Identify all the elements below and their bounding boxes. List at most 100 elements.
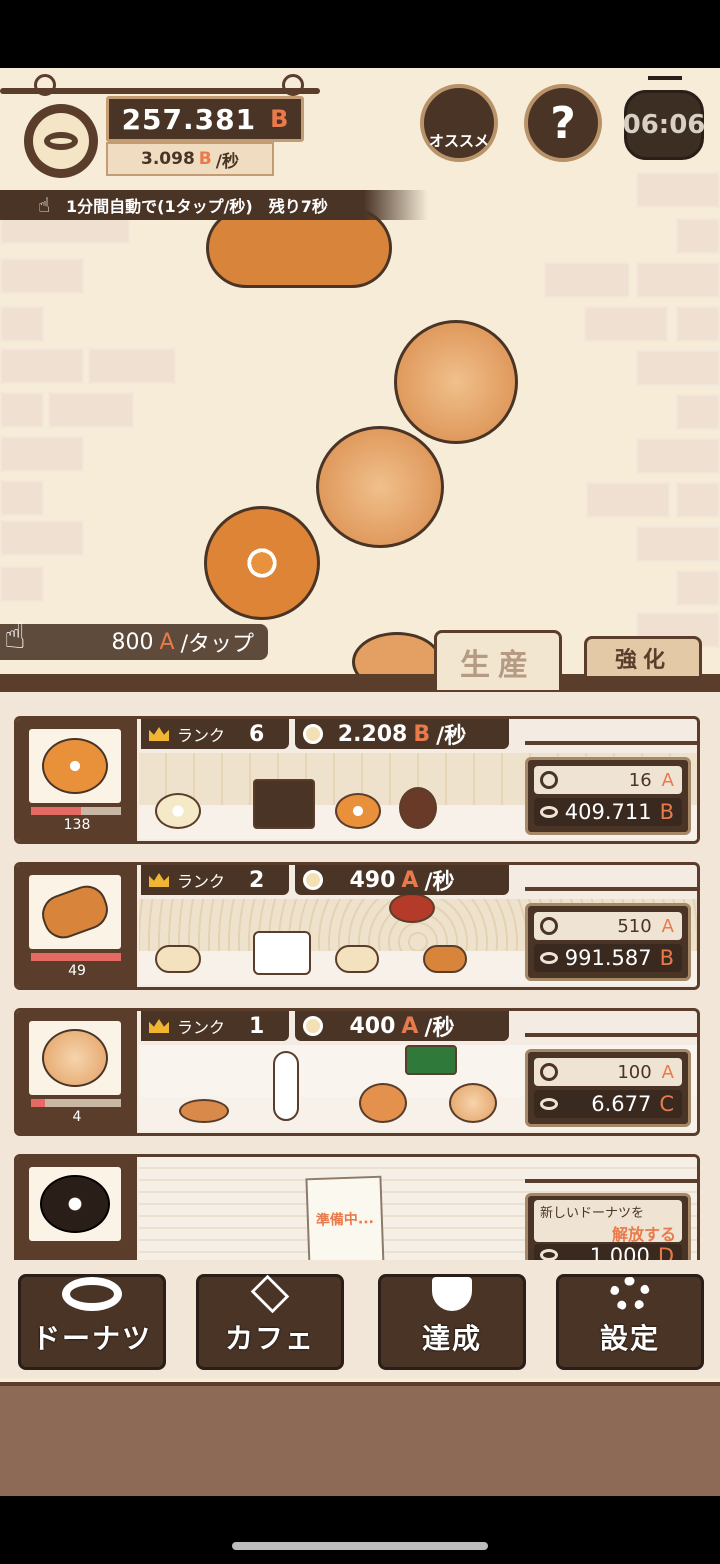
gear-icon <box>610 1277 650 1311</box>
tap-rate-value: 800 <box>111 629 154 655</box>
donut-ring-icon <box>540 806 558 818</box>
donut-currency-icon-face <box>33 113 89 169</box>
melonpan-donut-sprite[interactable] <box>394 320 518 444</box>
production-progress-fill <box>31 953 121 961</box>
donut-thumbnail: 138 <box>17 719 137 841</box>
rank-number: 2 <box>249 867 265 893</box>
nav-settings-button[interactable]: 設定 <box>556 1274 704 1370</box>
clock-icon <box>303 1016 323 1036</box>
upgrade-cost-button[interactable]: 16 A 409.711 B <box>525 757 691 835</box>
nav-donuts-button[interactable]: ドーナツ <box>18 1274 166 1370</box>
production-row[interactable]: 4 ランク 1 400 A/秒 100 A 6.677 C <box>14 1008 700 1136</box>
melonpan-donut-sprite[interactable] <box>316 426 444 548</box>
wall-brick <box>0 306 44 342</box>
recommend-label: オススメ <box>428 131 489 150</box>
production-progress <box>31 807 121 815</box>
production-rate-value: 2.208 <box>337 721 408 747</box>
production-rate-tag: 2.208 B/秒 <box>295 719 509 749</box>
upgrade-cost-button[interactable]: 510 A 991.587 B <box>525 903 691 981</box>
wall-brick <box>544 262 630 298</box>
wall-brick <box>48 392 134 428</box>
cafe-table-icon <box>250 1274 290 1314</box>
buy-cost: 6.677 C <box>534 1090 682 1118</box>
crown-icon <box>149 873 169 887</box>
donut-thumbnail: 49 <box>17 865 137 987</box>
help-button[interactable]: ? <box>524 84 602 162</box>
donut-icon <box>62 1277 122 1311</box>
nav-settings-label: 設定 <box>599 1322 660 1355</box>
total-amount-display: 257.381 B <box>106 96 304 142</box>
income-rate-suffix: /秒 <box>215 151 239 172</box>
locked-production-row[interactable]: 準備中... 新しいドーナツを 解放する 1.000 D <box>14 1154 700 1274</box>
income-rate-display: 3.098 B/秒 <box>106 142 274 176</box>
fryer-machine <box>389 893 435 923</box>
hand-pointer-icon: ☝ <box>38 193 51 217</box>
tab-production[interactable]: 生産 <box>434 630 562 690</box>
donut-ring-icon <box>540 952 558 964</box>
rank-tag: ランク 6 <box>141 719 289 749</box>
rank-label: ランク <box>177 1018 226 1037</box>
buy-cost-unit: B <box>659 800 674 824</box>
unlock-action: 解放する <box>611 1225 676 1244</box>
upgrade-cost-value: 510 <box>617 915 652 937</box>
total-amount-unit: B <box>270 105 289 133</box>
tap-rate-display: ☝ 800 A/タップ <box>0 616 268 660</box>
twisted-donut-sprite[interactable] <box>206 208 392 288</box>
production-rate-suffix: /秒 <box>424 1016 455 1041</box>
game-area[interactable]: 257.381 B 3.098 B/秒 オススメ ? 06:06 ☝ 1分間自動… <box>0 68 720 1496</box>
donut-thumbnail: 4 <box>17 1011 137 1133</box>
tab-upgrade[interactable]: 強化 <box>584 636 702 676</box>
timer-value: 06:06 <box>622 110 706 140</box>
production-rate-unit: B <box>413 721 431 747</box>
sign-hanger <box>525 1033 697 1037</box>
sign-scroll-ornament <box>34 74 56 96</box>
wall-brick <box>636 172 720 208</box>
wall-brick <box>676 306 720 342</box>
auto-tap-banner-text: 1分間自動で(1タップ/秒) 残り7秒 <box>66 197 328 216</box>
upgrade-cost: 510 A <box>534 912 682 940</box>
screen: 257.381 B 3.098 B/秒 オススメ ? 06:06 ☝ 1分間自動… <box>0 0 720 1564</box>
wall-brick <box>0 258 84 294</box>
melonpan-donut-icon <box>42 1029 108 1087</box>
production-rate-tag: 490 A/秒 <box>295 865 509 895</box>
production-row[interactable]: 49 ランク 2 490 A/秒 510 A 991.587 B <box>14 862 700 990</box>
nav-cafe-label: カフェ <box>224 1322 315 1355</box>
donut-count: 49 <box>68 963 86 979</box>
wall-brick <box>676 218 720 254</box>
donut-count: 4 <box>72 1109 82 1125</box>
topping-machine <box>405 1045 457 1075</box>
rank-number: 6 <box>249 721 265 747</box>
glaze-machine <box>399 787 437 829</box>
nav-achievements-button[interactable]: 達成 <box>378 1274 526 1370</box>
rank-label: ランク <box>177 872 226 891</box>
production-row[interactable]: 138 ランク 6 2.208 B/秒 16 A 409.711 B <box>14 716 700 844</box>
production-progress-fill <box>31 1099 45 1107</box>
wall-brick <box>0 392 44 428</box>
wall-brick <box>636 350 720 386</box>
preparing-text: 準備中... <box>315 1210 375 1230</box>
donut-card <box>29 1021 121 1095</box>
upgrade-cost-button[interactable]: 100 A 6.677 C <box>525 1049 691 1127</box>
production-rate-unit: A <box>401 867 419 893</box>
wall-brick <box>0 566 44 602</box>
tv-timer-button[interactable]: 06:06 <box>622 90 706 160</box>
home-indicator[interactable] <box>232 1542 488 1550</box>
oven-machine <box>253 779 315 829</box>
donut-count: 138 <box>63 817 91 833</box>
income-rate-value: 3.098 <box>141 149 195 169</box>
donut-thumbnail <box>17 1157 137 1271</box>
nav-cafe-button[interactable]: カフェ <box>196 1274 344 1370</box>
recommend-button[interactable]: オススメ <box>420 84 498 162</box>
upgrade-cost-value: 16 <box>628 769 652 791</box>
production-rate-value: 400 <box>349 1013 396 1039</box>
unlock-label: 新しいドーナツを 解放する <box>534 1200 682 1244</box>
upgrade-cost-value: 100 <box>617 1061 652 1083</box>
melonpan-item <box>449 1083 497 1123</box>
tab-production-label: 生産 <box>460 647 536 683</box>
buy-cost-unit: C <box>659 1092 674 1116</box>
wall-brick <box>586 482 670 518</box>
clock-icon <box>540 917 558 935</box>
production-rate-suffix: /秒 <box>424 870 455 895</box>
raw-twist-item <box>155 945 201 973</box>
ring-donut-sprite[interactable] <box>204 506 320 620</box>
